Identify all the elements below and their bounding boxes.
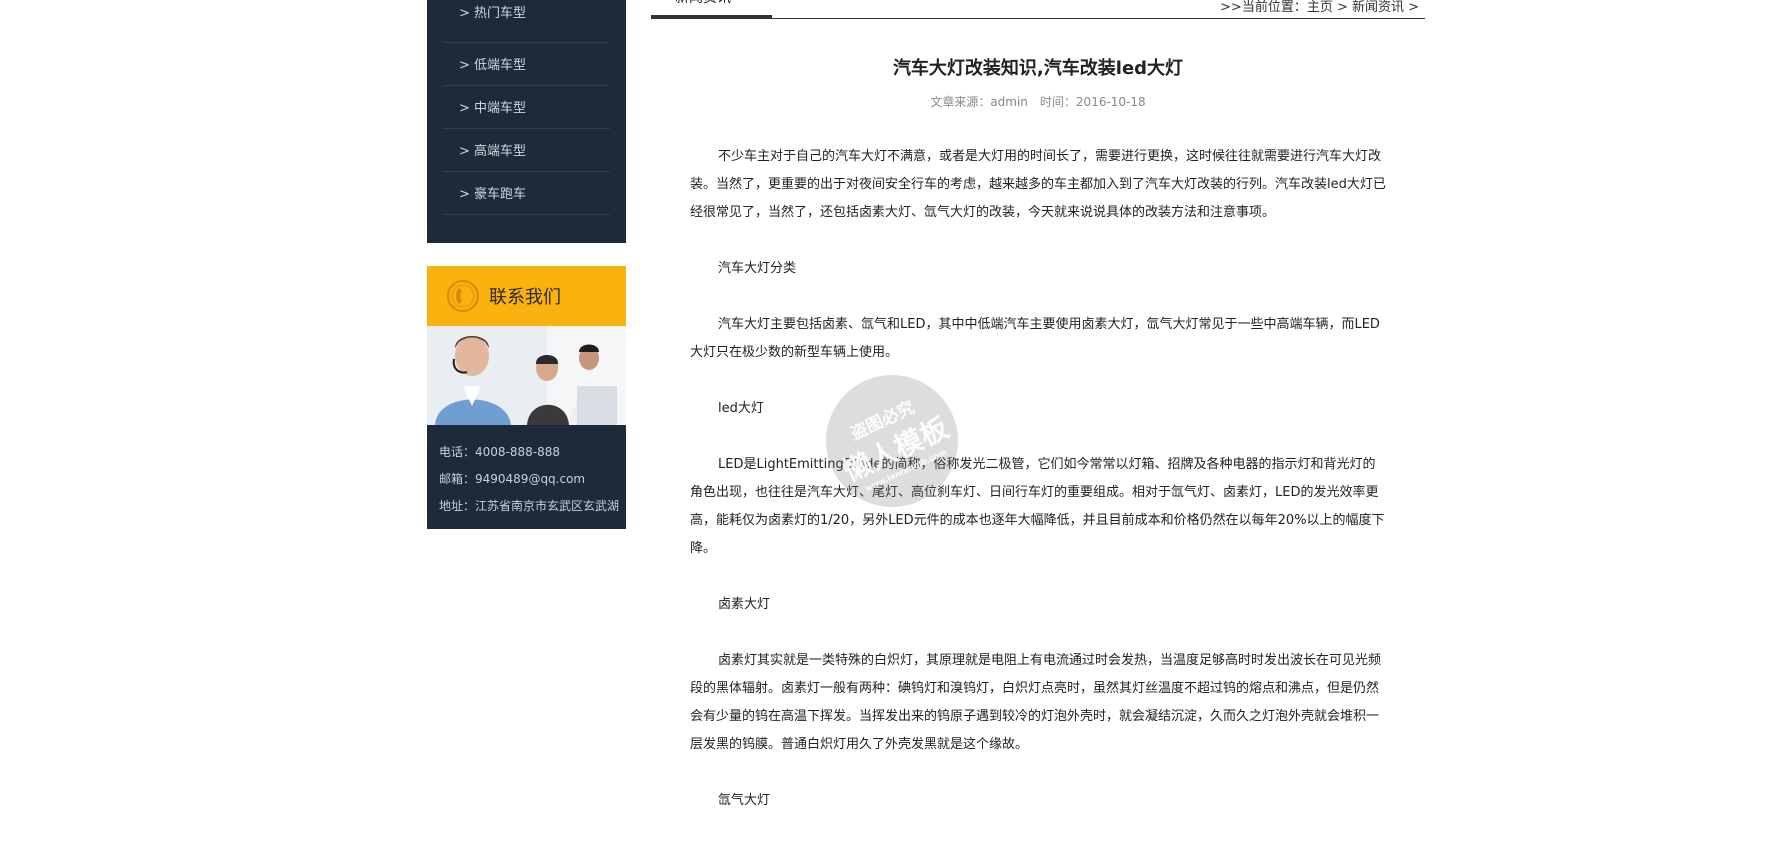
article-source: 文章来源：admin bbox=[930, 95, 1028, 109]
tab-news[interactable]: 新闻资讯 bbox=[651, 0, 772, 18]
phone-icon bbox=[447, 280, 479, 312]
article-meta: 文章来源：admin 时间：2016-10-18 bbox=[651, 93, 1425, 110]
article-paragraph: LED是LightEmittingDiode的简称，俗称发光二极管，它们如今常常… bbox=[690, 457, 1385, 556]
sidebar-item-label[interactable]: > 高端车型 bbox=[443, 129, 610, 159]
contact-header: 联系我们 bbox=[427, 266, 626, 326]
article-subheading: 卤素大灯 bbox=[718, 597, 771, 612]
article-paragraph: 卤素灯其实就是一类特殊的白炽灯，其原理就是电阻上有电流通过时会发热，当温度足够高… bbox=[690, 653, 1382, 752]
article-subheading: 氙气大灯 bbox=[718, 793, 771, 808]
sidebar-item-mid-range[interactable]: > 中端车型 bbox=[443, 86, 610, 129]
sidebar-item-label[interactable]: > 热门车型 bbox=[443, 0, 610, 21]
sidebar-category-nav: > 热门车型 > 低端车型 > 中端车型 > 高端车型 > 豪车跑车 bbox=[427, 0, 626, 243]
contact-email: 邮箱：9490489@qq.com bbox=[439, 472, 586, 486]
contact-phone: 电话：4008-888-888 bbox=[439, 445, 561, 459]
contact-address: 地址：江苏省南京市玄武区玄武湖 bbox=[439, 499, 620, 513]
article-subheading: 汽车大灯分类 bbox=[718, 261, 797, 276]
sidebar-item-low-end[interactable]: > 低端车型 bbox=[443, 43, 610, 86]
sidebar-item-luxury-sports[interactable]: > 豪车跑车 bbox=[443, 172, 610, 215]
article-body: 不少车主对于自己的汽车大灯不满意，或者是大灯用的时间长了，需要进行更换，这时候往… bbox=[690, 143, 1386, 815]
category-list: > 热门车型 > 低端车型 > 中端车型 > 高端车型 > 豪车跑车 bbox=[427, 0, 626, 215]
article-time: 时间：2016-10-18 bbox=[1039, 95, 1146, 109]
article-title: 汽车大灯改装知识,汽车改装led大灯 bbox=[892, 58, 1184, 79]
sidebar-item-label[interactable]: > 豪车跑车 bbox=[443, 172, 610, 202]
sidebar-item-label[interactable]: > 中端车型 bbox=[443, 86, 610, 116]
sidebar-item-label[interactable]: > 低端车型 bbox=[443, 43, 610, 73]
article-paragraph: 不少车主对于自己的汽车大灯不满意，或者是大灯用的时间长了，需要进行更换，这时候往… bbox=[690, 149, 1386, 220]
sidebar-item-hot-models[interactable]: > 热门车型 bbox=[443, 0, 610, 43]
main-content: 新闻资讯 >>当前位置：主页 > 新闻资讯 > 汽车大灯改装知识,汽车改装led… bbox=[651, 0, 1425, 843]
section-header: 新闻资讯 >>当前位置：主页 > 新闻资讯 > bbox=[651, 0, 1425, 19]
contact-title: 联系我们 bbox=[489, 287, 561, 308]
sidebar-item-high-end[interactable]: > 高端车型 bbox=[443, 129, 610, 172]
article-paragraph: 汽车大灯主要包括卤素、氙气和LED，其中中低端汽车主要使用卤素大灯，氙气大灯常见… bbox=[690, 317, 1380, 360]
contact-info: 电话：4008-888-888 邮箱：9490489@qq.com 地址：江苏省… bbox=[427, 425, 626, 529]
customer-service-photo bbox=[427, 326, 626, 425]
contact-panel: 联系我们 电话：4008-888-888 邮箱：9490489@qq.com 地… bbox=[427, 266, 626, 529]
article-subheading: led大灯 bbox=[718, 401, 764, 416]
breadcrumb[interactable]: >>当前位置：主页 > 新闻资讯 > bbox=[1220, 0, 1419, 15]
